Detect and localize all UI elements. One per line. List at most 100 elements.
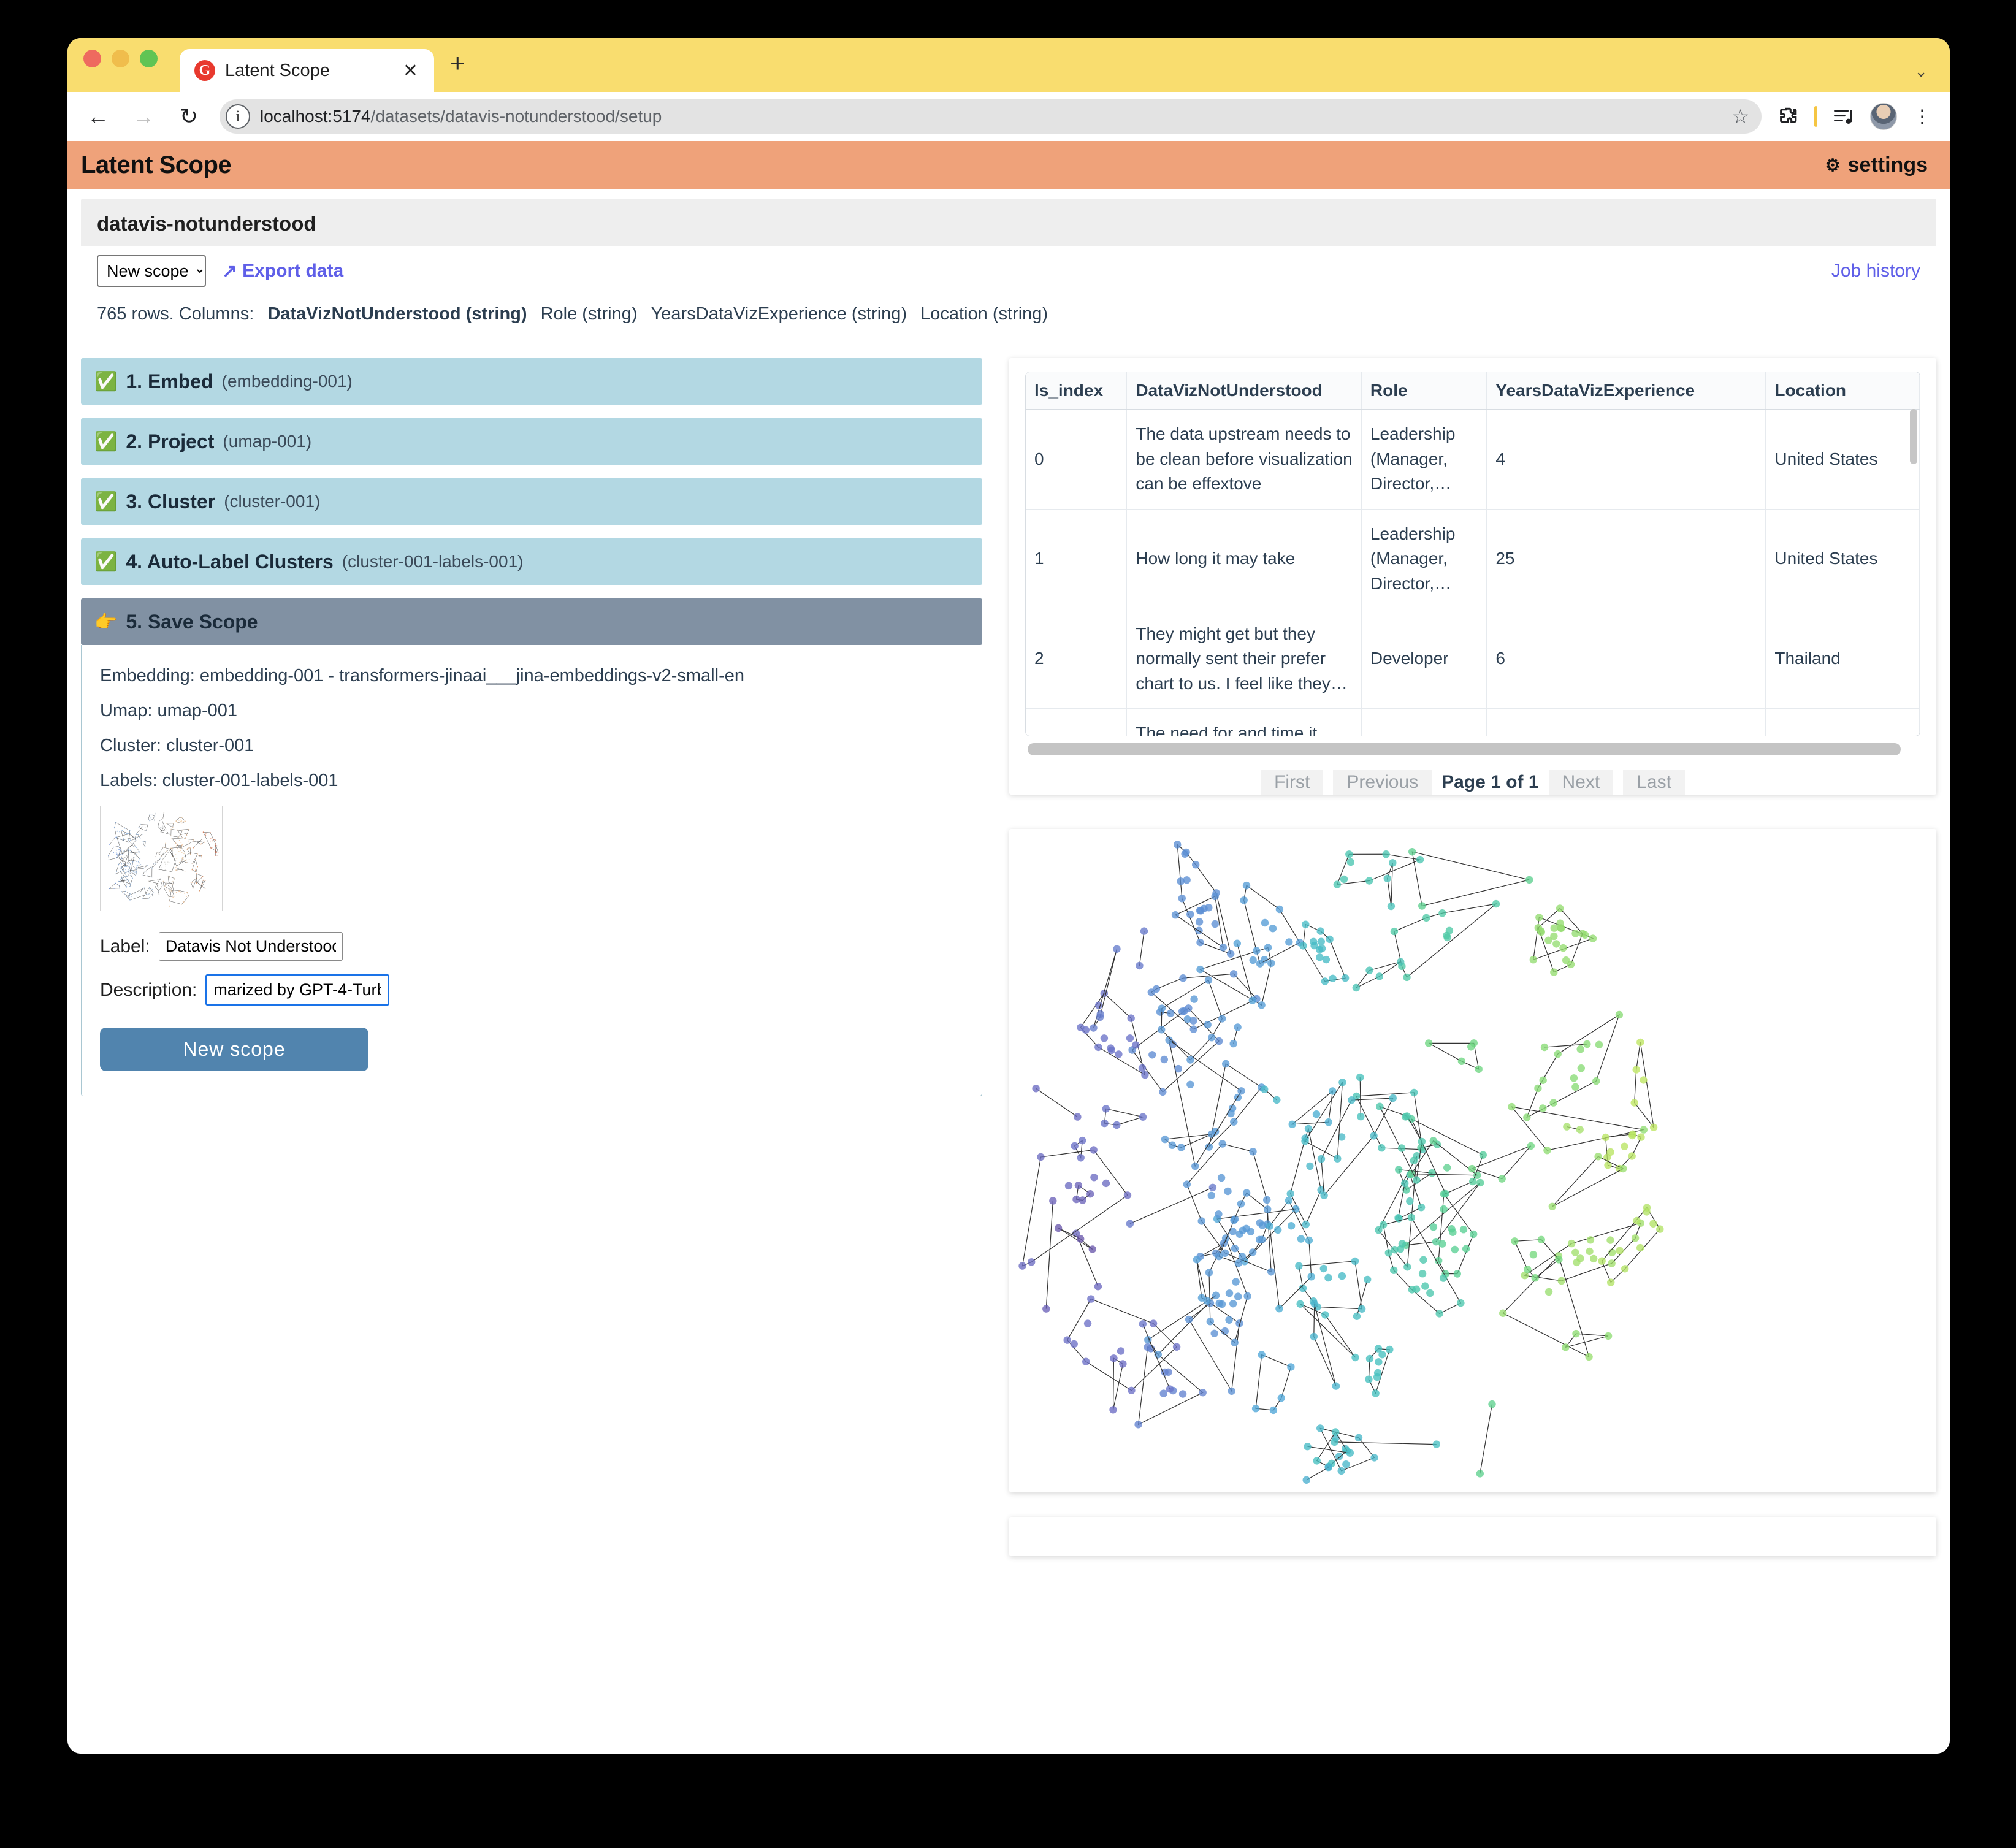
cell-location: United States bbox=[1765, 409, 1920, 510]
column-header-ls-index[interactable]: ls_index bbox=[1026, 372, 1128, 410]
site-info-icon[interactable]: i bbox=[226, 104, 250, 129]
bookmark-star-icon[interactable]: ☆ bbox=[1732, 105, 1753, 128]
table-row[interactable]: 0 The data upstream needs to be clean bef… bbox=[1026, 409, 1920, 510]
data-table-wrapper: ls_index DataVizNotUnderstood Role Years… bbox=[1025, 372, 1920, 736]
cell-years bbox=[1486, 708, 1766, 736]
cell-years: 6 bbox=[1486, 609, 1766, 709]
pagination-previous-button[interactable]: Previous bbox=[1333, 770, 1432, 795]
step-label: 3. Cluster bbox=[126, 490, 216, 513]
scope-select[interactable]: New scope bbox=[97, 255, 206, 287]
new-tab-button[interactable]: + bbox=[450, 50, 465, 92]
cell-ls-index bbox=[1026, 708, 1128, 736]
url-text: localhost:5174/datasets/datavis-notunder… bbox=[260, 107, 662, 126]
pipeline-step-auto-label[interactable]: ✅ 4. Auto-Label Clusters (cluster-001-la… bbox=[81, 538, 982, 585]
table-body: 0 The data upstream needs to be clean bef… bbox=[1026, 409, 1920, 736]
job-history-link[interactable]: Job history bbox=[1831, 261, 1920, 281]
umap-scatter-plot[interactable] bbox=[1009, 829, 1671, 1492]
browser-toolbar: ← → ↻ i localhost:5174/datasets/datavis-… bbox=[67, 92, 1950, 141]
column-header-text[interactable]: DataVizNotUnderstood bbox=[1126, 372, 1362, 410]
cell-role bbox=[1361, 708, 1487, 736]
dataset-columns-summary: 765 rows. Columns: DataVizNotUnderstood … bbox=[81, 287, 1936, 342]
step-label: 5. Save Scope bbox=[126, 610, 258, 633]
step-label: 1. Embed bbox=[126, 370, 213, 392]
scope-label-input[interactable] bbox=[158, 932, 343, 961]
dataset-name: datavis-notunderstood bbox=[97, 212, 316, 235]
cell-role: Developer bbox=[1361, 609, 1487, 709]
label-field-row: Label: bbox=[100, 932, 963, 961]
data-table: ls_index DataVizNotUnderstood Role Years… bbox=[1026, 372, 1920, 736]
pointing-hand-icon: 👉 bbox=[94, 611, 118, 632]
cell-role: Leadership (Manager, Director,… bbox=[1361, 409, 1487, 510]
column-name-primary: DataVizNotUnderstood (string) bbox=[267, 304, 527, 324]
column-header-location[interactable]: Location bbox=[1765, 372, 1920, 410]
app-logo-title: Latent Scope bbox=[81, 151, 232, 178]
toolbar-divider bbox=[1814, 106, 1817, 127]
empty-footer-panel bbox=[1009, 1517, 1936, 1556]
cell-ls-index: 1 bbox=[1026, 509, 1128, 609]
cell-text: The need for and time it bbox=[1126, 708, 1362, 736]
rows-count-label: 765 rows. Columns: bbox=[97, 304, 254, 324]
pagination-first-button[interactable]: First bbox=[1261, 770, 1324, 795]
label-field-label: Label: bbox=[100, 936, 150, 956]
settings-link[interactable]: ⚙ settings bbox=[1825, 153, 1928, 177]
column-name: Role (string) bbox=[540, 304, 638, 324]
column-header-role[interactable]: Role bbox=[1361, 372, 1487, 410]
save-scope-panel: Embedding: embedding-001 - transformers-… bbox=[81, 645, 982, 1096]
pipeline-step-save-scope[interactable]: 👉 5. Save Scope bbox=[81, 598, 982, 645]
pipeline-step-cluster[interactable]: ✅ 3. Cluster (cluster-001) bbox=[81, 478, 982, 525]
umap-scatter-panel[interactable] bbox=[1009, 829, 1936, 1492]
cell-role: Leadership (Manager, Director,… bbox=[1361, 509, 1487, 609]
browser-window: G Latent Scope ✕ + ⌄ ← → ↻ i localhost:5… bbox=[67, 38, 1950, 1754]
scope-preview-thumbnail bbox=[100, 806, 223, 911]
column-name: YearsDataVizExperience (string) bbox=[651, 304, 907, 324]
pagination-next-button[interactable]: Next bbox=[1548, 770, 1614, 795]
address-bar[interactable]: i localhost:5174/datasets/datavis-notund… bbox=[220, 99, 1762, 134]
export-data-label: Export data bbox=[242, 261, 344, 281]
browser-menu-icon[interactable]: ⋮ bbox=[1913, 106, 1931, 128]
tab-title: Latent Scope bbox=[225, 60, 330, 80]
reload-button[interactable]: ↻ bbox=[174, 104, 204, 129]
browser-tab[interactable]: G Latent Scope ✕ bbox=[180, 49, 434, 92]
scope-description-input[interactable] bbox=[205, 974, 390, 1006]
close-window-button[interactable] bbox=[83, 49, 101, 67]
pagination-last-button[interactable]: Last bbox=[1623, 770, 1685, 795]
back-button[interactable]: ← bbox=[83, 104, 113, 129]
avatar[interactable] bbox=[1870, 103, 1897, 130]
close-tab-icon[interactable]: ✕ bbox=[400, 60, 421, 82]
export-data-link[interactable]: ↗ Export data bbox=[222, 261, 343, 282]
labels-summary: Labels: cluster-001-labels-001 bbox=[100, 771, 338, 790]
window-controls bbox=[83, 38, 158, 92]
forward-button[interactable]: → bbox=[129, 104, 158, 129]
chevron-down-icon[interactable]: ⌄ bbox=[1914, 62, 1928, 81]
minimize-window-button[interactable] bbox=[112, 49, 129, 67]
column-name: Location (string) bbox=[920, 304, 1048, 324]
tab-strip: G Latent Scope ✕ + ⌄ bbox=[67, 38, 1950, 92]
table-row[interactable]: 2 They might get but they normally sent t… bbox=[1026, 609, 1920, 709]
table-row[interactable]: The need for and time it bbox=[1026, 708, 1920, 736]
favicon-icon: G bbox=[194, 60, 215, 81]
table-pagination: First Previous Page 1 of 1 Next Last bbox=[1009, 770, 1936, 795]
pipeline-step-project[interactable]: ✅ 2. Project (umap-001) bbox=[81, 418, 982, 465]
table-header-row: ls_index DataVizNotUnderstood Role Years… bbox=[1026, 372, 1920, 410]
external-link-icon: ↗ bbox=[222, 261, 238, 281]
table-horizontal-scrollbar[interactable] bbox=[1028, 743, 1901, 755]
step-id: (cluster-001-labels-001) bbox=[342, 552, 524, 571]
description-field-label: Description: bbox=[100, 979, 197, 1000]
cell-text: How long it may take bbox=[1126, 509, 1362, 609]
cell-location: United States bbox=[1765, 509, 1920, 609]
gear-icon: ⚙ bbox=[1825, 155, 1841, 175]
settings-label: settings bbox=[1847, 153, 1928, 177]
app-header: Latent Scope ⚙ settings bbox=[67, 141, 1950, 189]
pipeline-step-embed[interactable]: ✅ 1. Embed (embedding-001) bbox=[81, 358, 982, 405]
new-scope-button[interactable]: New scope bbox=[100, 1028, 368, 1071]
maximize-window-button[interactable] bbox=[140, 49, 158, 67]
cell-location bbox=[1765, 708, 1920, 736]
data-table-panel: ls_index DataVizNotUnderstood Role Years… bbox=[1009, 358, 1936, 795]
extensions-icon[interactable] bbox=[1777, 106, 1798, 127]
umap-summary: Umap: umap-001 bbox=[100, 701, 238, 720]
media-playlist-icon[interactable] bbox=[1833, 107, 1854, 126]
cell-location: Thailand bbox=[1765, 609, 1920, 709]
table-vertical-scrollbar[interactable] bbox=[1910, 409, 1917, 464]
column-header-years[interactable]: YearsDataVizExperience bbox=[1486, 372, 1766, 410]
table-row[interactable]: 1 How long it may take Leadership (Manager… bbox=[1026, 509, 1920, 609]
